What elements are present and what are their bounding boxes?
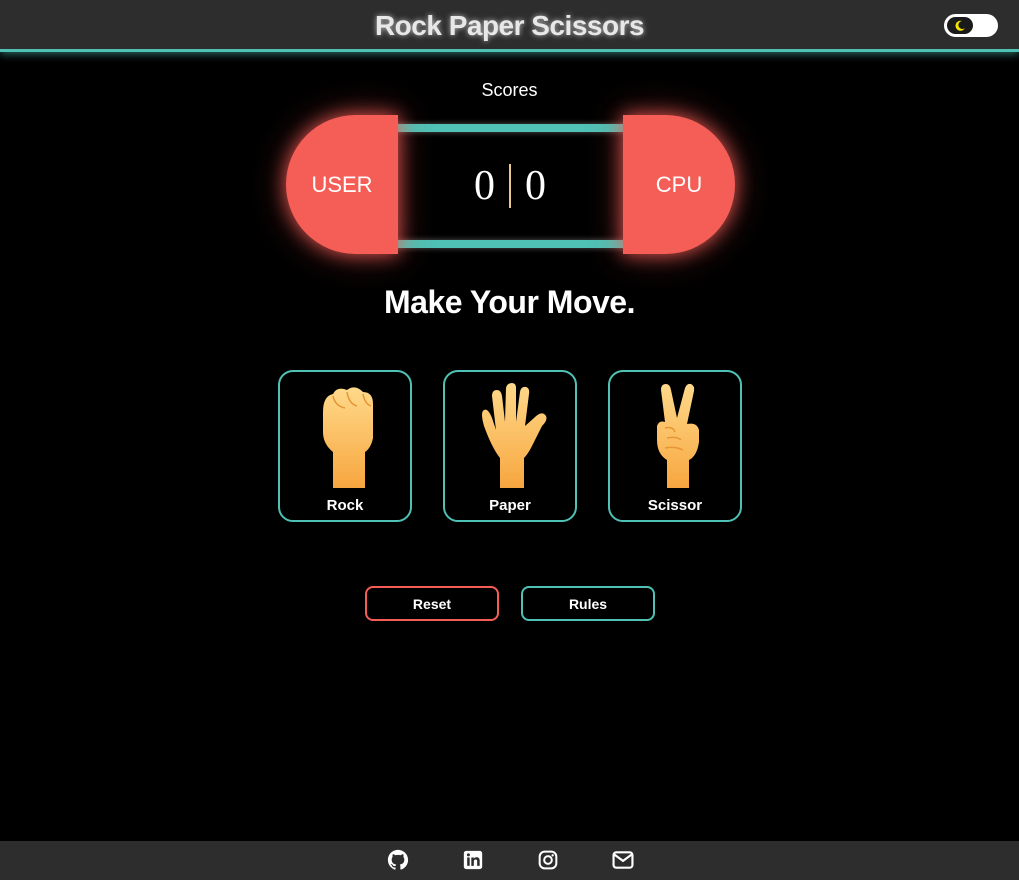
linkedin-icon — [463, 850, 483, 870]
reset-button[interactable]: Reset — [365, 586, 499, 621]
user-label: USER — [311, 171, 373, 197]
instagram-icon — [538, 850, 558, 870]
github-icon — [387, 849, 409, 870]
scissor-label: Scissor — [647, 497, 703, 514]
moon-icon — [955, 20, 965, 31]
paper-choice-button[interactable]: Paper — [443, 370, 577, 522]
instagram-link[interactable] — [536, 848, 560, 872]
rules-button[interactable]: Rules — [521, 586, 655, 621]
scoreboard-top-bar — [394, 124, 626, 132]
cpu-label: CPU — [655, 171, 703, 197]
cpu-score-badge: CPU — [623, 115, 735, 254]
user-score-badge: USER — [286, 115, 398, 254]
fist-icon — [323, 387, 373, 488]
mail-icon — [612, 851, 634, 869]
theme-toggle[interactable] — [944, 14, 998, 37]
rock-label: Rock — [326, 497, 364, 514]
cpu-score: 0 — [525, 163, 546, 209]
score-divider — [509, 164, 511, 208]
make-move-heading: Make Your Move. — [384, 284, 635, 320]
scores-heading: Scores — [481, 80, 538, 100]
linkedin-link[interactable] — [461, 848, 485, 872]
user-score: 0 — [474, 163, 495, 209]
header-bar: Rock Paper Scissors — [0, 0, 1019, 52]
toggle-knob — [947, 17, 973, 34]
scissor-choice-button[interactable]: Scissor — [608, 370, 742, 522]
footer-bar — [0, 841, 1019, 880]
github-link[interactable] — [386, 848, 410, 872]
rock-choice-button[interactable]: Rock — [278, 370, 412, 522]
app-title: Rock Paper Scissors — [374, 10, 645, 41]
open-hand-icon — [482, 383, 547, 488]
victory-hand-icon — [657, 383, 699, 488]
score-display: 0 0 — [398, 162, 622, 210]
scoreboard-bottom-bar — [394, 240, 626, 248]
mail-link[interactable] — [611, 848, 635, 872]
paper-label: Paper — [489, 497, 531, 514]
